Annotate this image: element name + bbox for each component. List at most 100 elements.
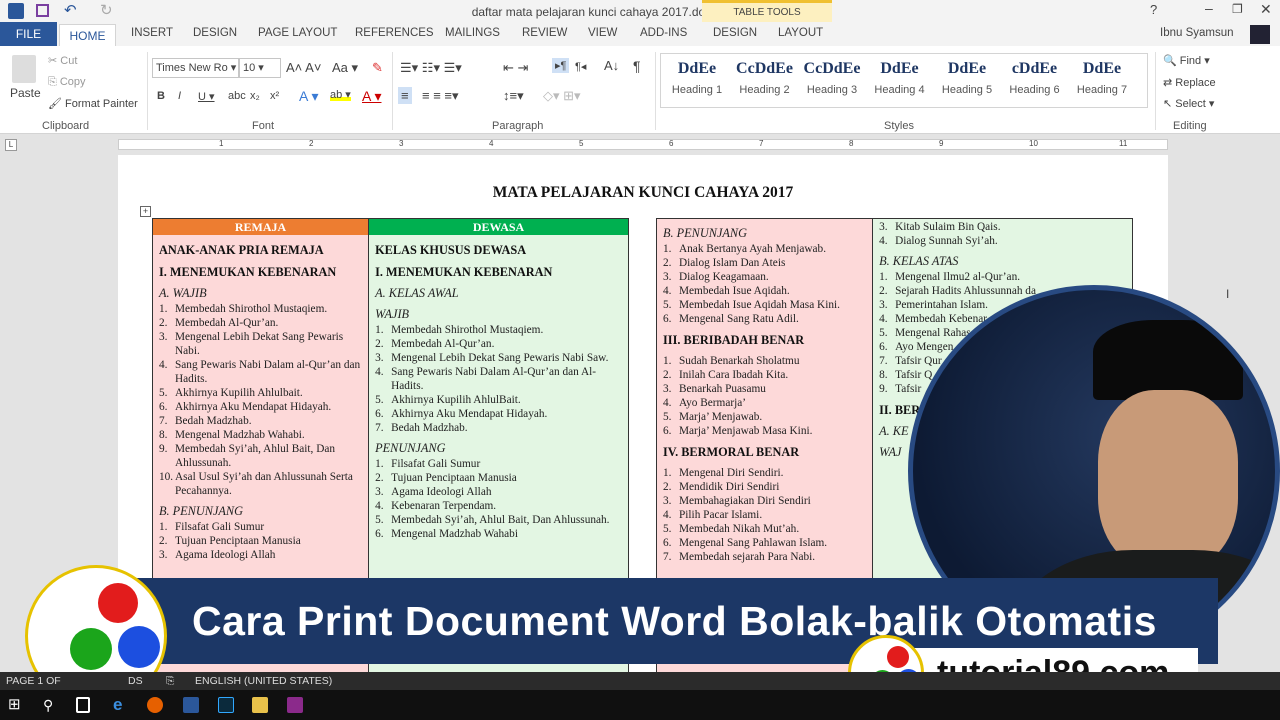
tab-review[interactable]: REVIEW [522,27,567,39]
list-number: 3. [375,352,384,364]
replace-button[interactable]: ⇄ Replace [1163,76,1216,89]
line-spacing-button[interactable]: ↕≡▾ [503,88,524,104]
tab-file[interactable]: FILE [0,22,57,46]
cut-button[interactable]: ✂ Cut [48,54,77,67]
help-icon[interactable]: ? [1150,2,1157,17]
firefox-icon[interactable] [147,697,163,713]
font-name-select[interactable]: Times New Ro ▾ [152,58,239,78]
subsection-heading: B. KELAS ATAS [879,254,959,268]
sort-button[interactable]: A↓ [604,58,619,73]
list-item: 4. Dialog Sunnah Syi’ah. [879,234,1126,248]
strikethrough-button[interactable]: abc [228,90,246,102]
tab-home[interactable]: HOME [59,24,116,47]
ltr-button[interactable]: ▸¶ [552,58,570,73]
grow-font-button[interactable]: A˄ A˅ [286,60,321,75]
page-count[interactable]: PAGE 1 OF [6,672,61,690]
copy-button[interactable]: ⎘ Copy [48,76,86,89]
list-item: 7. Bedah Madzhab. [375,421,622,435]
start-button[interactable]: ⊞ [8,697,24,713]
list-item: 4. Membedah Isue Aqidah. [663,284,866,298]
tab-add-ins[interactable]: ADD-INS [640,27,687,39]
highlight-button[interactable]: ab ▾ [330,88,351,101]
word-count[interactable]: DS [128,672,143,690]
subscript-button[interactable]: x₂ [250,90,260,102]
task-view-icon[interactable] [76,697,90,713]
superscript-button[interactable]: x² [270,90,279,102]
photoshop-icon[interactable] [218,697,234,713]
style-sample: DdEe [880,60,919,77]
list-item: 6. Akhirnya Aku Mendapat Hidayah. [375,407,622,421]
bullets-button[interactable]: ☰▾ ☷▾ ☰▾ [400,60,462,76]
word-taskbar-icon[interactable] [183,697,199,713]
proofing-icon[interactable]: ⎘ [166,672,174,690]
style-heading-6[interactable]: cDdEe Heading 6 [1002,60,1068,96]
style-heading-7[interactable]: DdEe Heading 7 [1069,60,1135,96]
tab-insert[interactable]: INSERT [131,27,173,39]
shading-button[interactable]: ◇▾ ⊞▾ [543,88,581,104]
underline-button[interactable]: U ▾ [198,90,215,103]
ruler-tick-label: 3 [399,139,404,148]
style-heading-3[interactable]: CcDdEe Heading 3 [799,60,865,96]
clear-formatting-icon[interactable]: ✎ [372,60,383,76]
list-text: Membedah Kebenar [895,313,987,325]
align-buttons[interactable]: ≡ ≡ ≡▾ [422,88,459,104]
tab-view[interactable]: VIEW [588,27,617,39]
list-text: Membedah Syi’ah, Ahlul Bait, Dan Ahlussu… [391,514,610,526]
paste-icon[interactable] [12,55,36,83]
list-item: 5. Akhirnya Kupilih Ahlulbait. [159,386,362,400]
list-number: 1. [159,521,168,533]
horizontal-ruler[interactable]: 1 2 3 4 5 6 7 8 9 10 11 [118,139,1168,150]
file-explorer-icon[interactable] [252,697,268,713]
font-color-button[interactable]: A ▾ [362,88,381,105]
video-editor-icon[interactable] [287,697,303,713]
table-move-handle-icon[interactable]: + [140,206,151,217]
ruler-tick-label: 6 [669,139,674,148]
align-left-button[interactable]: ≡ [398,87,412,104]
list-text: Akhirnya Kupilih Ahlulbait. [175,387,303,399]
change-case-button[interactable]: Aa ▾ [332,60,358,76]
tab-mailings[interactable]: MAILINGS [445,27,500,39]
tab-references[interactable]: REFERENCES [355,27,434,39]
text-effects-button[interactable]: A ▾ [299,88,318,105]
list-text: Sejarah Hadits Ahlussunnah da [895,285,1036,297]
show-marks-button[interactable]: ¶ [633,58,641,74]
select-button[interactable]: ↖ Select ▾ [1163,97,1214,110]
rtl-button[interactable]: ¶◂ [575,60,586,73]
style-heading-1[interactable]: DdEe Heading 1 [664,60,730,96]
paste-button[interactable]: Paste [10,86,41,100]
minimize-button[interactable]: – [1205,0,1213,16]
maximize-button[interactable]: ❐ [1232,2,1243,16]
tab-design[interactable]: DESIGN [193,27,237,39]
ruler-tick-label: 2 [309,139,314,148]
avatar[interactable] [1250,25,1270,44]
list-text: Tujuan Penciptaan Manusia [391,472,517,484]
find-button[interactable]: 🔍 Find ▾ [1163,54,1210,67]
font-size-select[interactable]: 10 ▾ [239,58,281,78]
language-status[interactable]: ENGLISH (UNITED STATES) [195,672,332,690]
style-heading-4[interactable]: DdEe Heading 4 [867,60,933,96]
list-text: Bedah Madzhab. [391,422,468,434]
bold-button[interactable]: B [157,90,165,102]
style-heading-5[interactable]: DdEe Heading 5 [934,60,1000,96]
copy-label: Copy [59,76,86,88]
style-heading-2[interactable]: CcDdEe Heading 2 [732,60,798,96]
replace-label: Replace [1175,77,1216,89]
tab-selector[interactable]: L [5,139,17,151]
tab-table-layout[interactable]: LAYOUT [778,27,823,39]
italic-button[interactable]: I [178,90,181,102]
list-text: Membedah Al-Qur’an. [391,338,495,350]
tab-table-design[interactable]: DESIGN [713,27,757,39]
user-name[interactable]: Ibnu Syamsun [1160,27,1234,39]
search-icon[interactable]: ⚲ [43,697,59,713]
tab-page-layout[interactable]: PAGE LAYOUT [258,27,337,39]
close-button[interactable]: ✕ [1260,1,1272,18]
indent-buttons[interactable]: ⇤ ⇥ [503,60,528,76]
section-heading: III. BERIBADAH BENAR [663,333,805,347]
ribbon-tabs: INSERT DESIGN PAGE LAYOUT REFERENCES MAI… [0,22,1280,46]
style-sample: DdEe [947,60,987,77]
edge-icon[interactable]: e [113,696,129,713]
subsection-heading: WAJIB [375,307,410,321]
format-painter-button[interactable]: 🖌 Format Painter [48,97,138,110]
list-item: 1. Membedah Shirothol Mustaqiem. [159,302,362,316]
cap-shape [1093,320,1243,400]
